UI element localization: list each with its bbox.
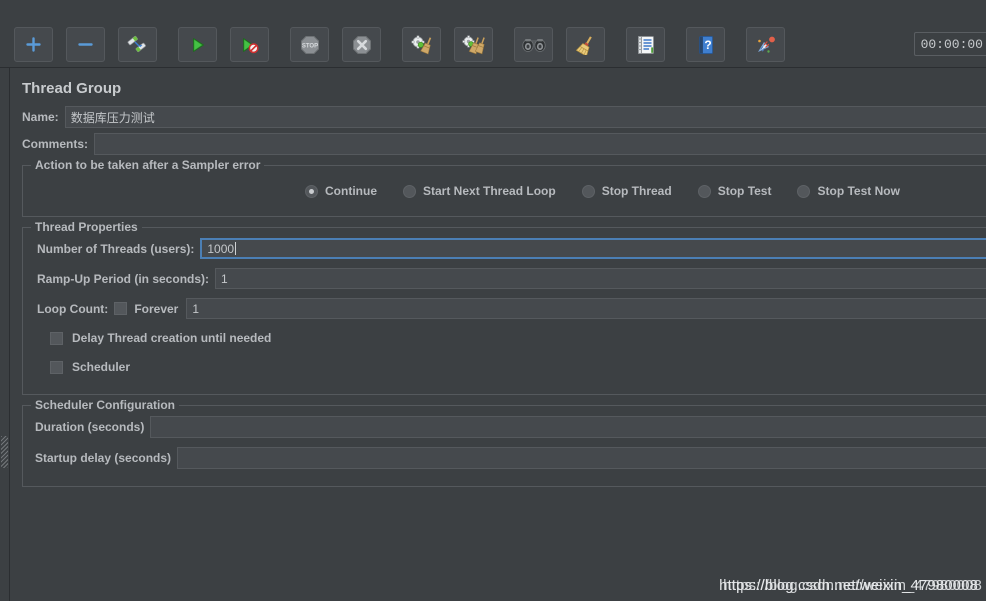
radio-stop-test-indicator[interactable] [697,184,711,198]
ramp-up-period-input[interactable]: 1 [215,268,986,289]
tree-splitter[interactable] [0,68,10,601]
radio-start-next-thread-loop-label: Start Next Thread Loop [423,184,556,198]
scheduler-configuration-group-title: Scheduler Configuration [31,398,180,412]
clear-gear-broom-icon [411,35,431,54]
templates-button[interactable] [66,27,105,62]
sampler-error-group: Action to be taken after a Sampler error… [22,158,986,217]
clear-button[interactable] [402,27,441,62]
new-button[interactable] [14,27,53,62]
svg-text:?: ? [704,38,711,52]
radio-continue-indicator[interactable] [305,184,318,198]
elapsed-timer: 00:00:00 [913,32,986,56]
number-of-threads-row: Number of Threads (users): 1000 [23,238,986,259]
radio-stop-test[interactable]: Stop Test [697,184,772,198]
scheduler-checkbox[interactable]: Scheduler [23,357,986,377]
forever-checkbox-box[interactable] [114,302,128,315]
duration-row: Duration (seconds) [23,416,986,438]
reset-search-button[interactable] [566,27,605,62]
toggle-button[interactable] [118,27,157,62]
ramp-up-period-value: 1 [221,271,228,286]
startup-delay-label: Startup delay (seconds) [35,451,172,465]
radio-continue[interactable]: Continue [305,184,377,198]
number-of-threads-label: Number of Threads (users): [37,241,195,256]
scheduler-checkbox-box[interactable] [50,360,63,374]
page-title: Thread Group [22,80,122,97]
play-icon [192,37,204,52]
svg-text:STOP: STOP [301,43,317,49]
function-helper-button[interactable] [626,27,665,62]
delay-thread-creation-label: Delay Thread creation until needed [72,331,272,345]
radio-stop-test-now-indicator[interactable] [797,184,811,198]
comments-input[interactable] [94,133,986,155]
radio-stop-test-now-label: Stop Test Now [817,184,900,198]
minus-icon [78,43,93,46]
shutdown-button[interactable] [342,27,381,62]
stop-button[interactable]: STOP [290,27,329,62]
search-button[interactable] [514,27,553,62]
forever-checkbox[interactable]: Forever [114,298,186,319]
help-button[interactable]: ? [686,27,725,62]
main-toolbar: STOP ? 00:00:00 [0,0,986,68]
plus-icon [26,37,41,52]
loop-count-label: Loop Count: [37,301,109,316]
name-comments-block: Name: 数据库压力测试 Comments: [22,106,986,155]
number-of-threads-value: 1000 [207,241,235,256]
notepad-list-icon [638,35,654,54]
startup-delay-row: Startup delay (seconds) [23,447,986,469]
sampler-error-radio-group: Continue Start Next Thread Loop Stop Thr… [23,166,986,216]
radio-start-next-thread-loop[interactable]: Start Next Thread Loop [403,184,556,198]
radio-stop-thread[interactable]: Stop Thread [581,184,672,198]
duration-input[interactable] [150,416,986,438]
toggle-icon [127,35,146,52]
ramp-up-period-label: Ramp-Up Period (in seconds): [37,271,210,286]
stop-icon: STOP [300,35,319,54]
splitter-grip-icon[interactable] [1,436,8,468]
thread-properties-group: Thread Properties Number of Threads (use… [22,220,986,395]
radio-stop-thread-label: Stop Thread [601,184,672,198]
loop-count-input[interactable]: 1 [186,298,986,319]
loop-count-row: Loop Count: Forever 1 [23,298,986,319]
clear-all-broom-icon [461,34,485,54]
binoculars-icon [521,38,546,52]
loop-count-value: 1 [192,301,200,316]
ramp-up-period-row: Ramp-Up Period (in seconds): 1 [23,268,986,289]
jmeter-window: STOP ? 00:00:00 Thread Group Name: 数据库压力… [0,0,986,601]
text-caret [235,242,237,255]
help-book-icon: ? [698,35,713,54]
clear-all-button[interactable] [454,27,493,62]
number-of-threads-input[interactable]: 1000 [200,238,986,259]
radio-stop-test-now[interactable]: Stop Test Now [797,184,900,198]
confetti-icon [757,36,775,53]
undo-redo-button[interactable] [746,27,785,62]
startup-delay-input[interactable] [177,447,986,469]
name-input-value: 数据库压力测试 [70,110,155,125]
name-row: Name: 数据库压力测试 [22,106,986,128]
thread-group-panel: Thread Group Name: 数据库压力测试 Comments: Act… [10,68,986,601]
scheduler-checkbox-label: Scheduler [72,360,131,374]
sampler-error-group-title: Action to be taken after a Sampler error [31,158,265,172]
name-label: Name: [22,110,59,124]
shutdown-x-icon [352,35,371,54]
play-no-pauses-icon [242,37,259,53]
comments-label: Comments: [22,137,89,151]
thread-properties-group-title: Thread Properties [31,220,142,234]
delay-thread-creation-checkbox[interactable]: Delay Thread creation until needed [23,328,986,348]
comments-row: Comments: [22,133,986,155]
start-no-pauses-button[interactable] [230,27,269,62]
forever-checkbox-label: Forever [134,301,179,316]
radio-continue-label: Continue [325,184,377,198]
radio-stop-thread-indicator[interactable] [581,184,595,198]
elapsed-timer-value: 00:00:00 [920,36,983,52]
start-button[interactable] [178,27,217,62]
radio-start-next-thread-loop-indicator[interactable] [403,184,416,198]
radio-stop-test-label: Stop Test [717,184,772,198]
name-input[interactable]: 数据库压力测试 [64,106,986,128]
broom-icon [575,35,592,55]
delay-thread-creation-checkbox-box[interactable] [50,331,63,345]
duration-label: Duration (seconds) [35,420,145,434]
scheduler-configuration-group: Scheduler Configuration Duration (second… [22,398,986,487]
